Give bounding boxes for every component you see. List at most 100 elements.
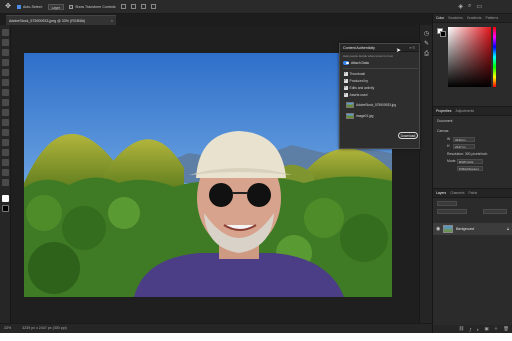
document-tab[interactable]: AdobeStock_575900933.jpeg @ 33% (RGB/8#)… — [6, 15, 116, 25]
add-mask-icon[interactable]: ◐ — [477, 327, 480, 332]
eyedropper-tool-icon[interactable] — [2, 79, 9, 86]
tab-color[interactable]: Color — [436, 16, 444, 20]
produced-by-checkbox[interactable]: Produced by — [344, 78, 369, 83]
background-color-icon[interactable] — [2, 205, 9, 212]
lock-icon[interactable]: 🔒︎ — [507, 226, 509, 231]
move-tool-icon[interactable]: ✥ — [4, 3, 12, 11]
attach-data-toggle[interactable] — [343, 61, 349, 65]
tab-adjustments[interactable]: Adjustments — [455, 109, 474, 113]
color-panel-tabs: Color Swatches Gradients Patterns — [433, 14, 512, 23]
bit-depth-dropdown[interactable]: 8 Bits/Channel — [457, 166, 483, 171]
tab-gradients[interactable]: Gradients — [467, 16, 482, 20]
edits-activity-label: Edits and activity — [349, 86, 375, 90]
type-tool-icon[interactable] — [2, 149, 9, 156]
produced-by-label: Produced by — [349, 79, 369, 83]
move-tool-icon[interactable] — [2, 29, 9, 36]
tab-channels[interactable]: Channels — [450, 191, 464, 195]
properties-panel: Properties Adjustments Document Canvas W… — [433, 106, 512, 188]
auto-select-option[interactable]: Auto-Select: — [17, 4, 43, 9]
resolution-text: Resolution: 300 pixels/inch — [447, 152, 488, 156]
eraser-tool-icon[interactable] — [2, 119, 9, 126]
brush-settings-icon[interactable]: ✎ — [423, 41, 430, 47]
new-layer-icon[interactable]: ＋ — [494, 326, 499, 332]
quick-select-tool-icon[interactable] — [2, 59, 9, 66]
transform-controls-checkbox[interactable] — [69, 4, 74, 9]
brush-tool-icon[interactable] — [2, 99, 9, 106]
healing-brush-tool-icon[interactable] — [2, 89, 9, 96]
tab-patterns[interactable]: Patterns — [486, 16, 499, 20]
auto-select-checkbox[interactable] — [17, 4, 21, 9]
opacity-field[interactable] — [483, 209, 507, 214]
add-style-icon[interactable]: ƒ — [469, 327, 472, 332]
shape-tool-icon[interactable] — [2, 159, 9, 166]
marquee-tool-icon[interactable] — [2, 39, 9, 46]
status-bar: 33% 3239 px x 2447 px (300 ppi) — [0, 323, 432, 333]
thumbnail-checkbox[interactable]: Thumbnail — [344, 71, 365, 76]
assets-used-label: Assets used — [349, 93, 368, 97]
history-icon[interactable]: ◷ — [423, 31, 430, 37]
more-options-icon[interactable] — [150, 4, 156, 9]
tab-layers[interactable]: Layers — [436, 191, 446, 195]
new-group-icon[interactable]: ▣ — [485, 326, 489, 332]
download-button[interactable]: Download — [398, 132, 418, 139]
properties-panel-tabs: Properties Adjustments — [433, 107, 512, 116]
tab-properties[interactable]: Properties — [436, 109, 451, 113]
document-label: Document — [437, 119, 453, 123]
height-label: H — [447, 144, 450, 148]
document-tab-bar: AdobeStock_575900933.jpeg @ 33% (RGB/8#)… — [0, 14, 432, 25]
content-authenticity-description: Help people decide what content to trust — [343, 54, 393, 58]
asset-item[interactable]: image01.jpg — [346, 113, 373, 119]
zoom-level[interactable]: 33% — [4, 326, 11, 330]
tab-paths[interactable]: Paths — [469, 191, 478, 195]
right-panels: Color Swatches Gradients Patterns Proper… — [432, 14, 512, 333]
align-right-icon[interactable] — [140, 4, 146, 9]
content-authenticity-header[interactable]: Content Authenticity » ≡ — [340, 44, 419, 52]
clone-stamp-tool-icon[interactable] — [2, 109, 9, 116]
asset-thumbnail — [346, 113, 354, 119]
layers-panel-tabs: Layers Channels Paths — [433, 189, 512, 198]
pen-tool-icon[interactable] — [2, 139, 9, 146]
mode-dropdown[interactable]: RGB Color — [457, 159, 483, 164]
search-icon[interactable]: ⌕ — [468, 3, 471, 10]
transform-controls-option[interactable]: Show Transform Controls — [69, 4, 116, 9]
background-swatch[interactable] — [440, 31, 446, 37]
document-tab-title: AdobeStock_575900933.jpeg @ 33% (RGB/8#) — [9, 19, 86, 23]
edits-activity-checkbox[interactable]: Edits and activity — [344, 85, 375, 90]
lasso-tool-icon[interactable] — [2, 49, 9, 56]
attach-data-label: Attach Data — [351, 60, 369, 65]
auto-select-dropdown[interactable]: Layer — [47, 3, 65, 10]
options-bar: ✥ Auto-Select: Layer Show Transform Cont… — [0, 0, 512, 14]
document-image[interactable] — [24, 53, 392, 297]
thumbnail-label: Thumbnail — [349, 72, 365, 76]
hand-tool-icon[interactable] — [2, 169, 9, 176]
zoom-tool-icon[interactable] — [2, 179, 9, 186]
workspace-icon[interactable]: ▭ — [476, 3, 482, 10]
delete-layer-icon[interactable]: 🗑︎ — [503, 326, 509, 332]
hue-slider[interactable] — [493, 27, 496, 87]
align-center-icon[interactable] — [130, 4, 136, 9]
content-authenticity-icon[interactable]: ⎙ — [423, 51, 430, 57]
asset-thumbnail — [346, 102, 354, 108]
layer-row[interactable]: ◉ Background 🔒︎ — [433, 223, 512, 235]
assets-used-checkbox[interactable]: Assets used — [344, 92, 368, 97]
gradient-tool-icon[interactable] — [2, 129, 9, 136]
blend-mode-dropdown[interactable] — [437, 209, 467, 214]
align-left-icon[interactable] — [120, 4, 126, 9]
panel-icon-strip: ◷ ✎ ⎙ — [419, 25, 432, 323]
visibility-eye-icon[interactable]: ◉ — [436, 226, 440, 232]
height-field[interactable]: 2447 px — [453, 144, 475, 149]
crop-tool-icon[interactable] — [2, 69, 9, 76]
width-field[interactable]: 3239 px — [453, 137, 475, 142]
content-authenticity-panel: Content Authenticity » ≡ Help people dec… — [339, 43, 420, 149]
3d-mode-icon[interactable]: ◈ — [458, 3, 463, 10]
foreground-color-icon[interactable] — [2, 195, 9, 202]
checkbox-checked-icon — [344, 85, 348, 90]
color-field[interactable] — [448, 27, 491, 87]
link-layers-icon[interactable]: ⛓ — [459, 326, 465, 332]
layer-filter-dropdown[interactable] — [437, 201, 457, 206]
tab-swatches[interactable]: Swatches — [448, 16, 463, 20]
asset-item[interactable]: AdobeStock_575900933.jpg — [346, 102, 396, 108]
photoshop-window: ✥ Auto-Select: Layer Show Transform Cont… — [0, 0, 512, 333]
panel-menu-icon[interactable]: » ≡ — [409, 44, 415, 52]
asset-name: AdobeStock_575900933.jpg — [356, 103, 397, 107]
